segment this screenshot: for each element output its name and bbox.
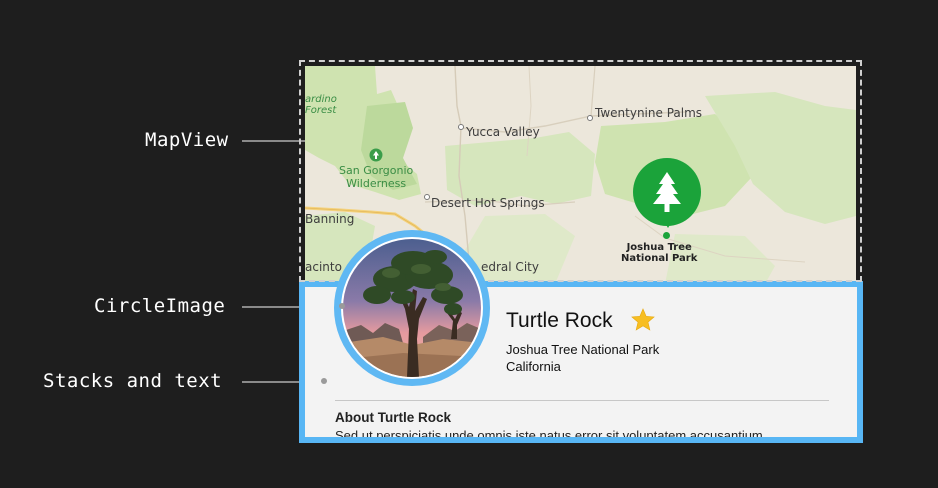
map-pin-label: Joshua Tree National Park [621,242,697,264]
map-pin-label-line2: National Park [621,253,698,264]
map-pin-joshua-tree[interactable] [633,158,701,226]
map-label-forest-line1: ardino [305,94,337,105]
map-label-forest: ardino Forest [305,94,337,116]
divider [335,400,829,401]
park-icon-san-gorgonio [369,148,383,162]
annotation-mapview: MapView [145,129,229,151]
town-marker-yucca-valley [458,124,464,130]
leader-dot-circle-image [339,303,345,309]
annotation-stacks: Stacks and text [43,370,223,392]
map-label-jacinto: acinto [305,260,342,274]
circle-image [334,230,490,386]
map-label-san-gorgonio-line1: San Gorgonio [339,164,414,177]
map-label-san-gorgonio: San Gorgonio Wilderness [339,164,413,190]
about-heading: About Turtle Rock [335,410,451,425]
map-label-yucca-valley: Yucca Valley [466,125,540,139]
tree-icon [653,172,681,212]
landmark-title: Turtle Rock [506,309,613,332]
map-pin-tail [662,218,674,228]
state-name: California [506,359,561,374]
landmark-photo [343,239,481,377]
map-label-twentynine-palms: Twentynine Palms [595,106,703,120]
leader-dot-stacks [321,378,327,384]
park-name: Joshua Tree National Park [506,342,660,357]
map-label-banning: Banning [305,212,355,226]
star-icon[interactable] [630,307,656,333]
map-label-san-gorgonio-line2: Wilderness [346,177,407,190]
town-marker-twentynine-palms [587,115,593,121]
map-label-desert-hot-springs: Desert Hot Springs [431,196,545,210]
map-label-cathedral-city: edral City [481,260,539,274]
map-label-forest-line2: Forest [305,105,337,116]
about-text: Sed ut perspiciatis unde omnis iste natu… [335,428,763,443]
map-pin-label-line1: Joshua Tree [626,242,692,253]
town-marker-desert-hot-springs [424,194,430,200]
annotation-circle-image: CircleImage [94,295,226,317]
map-pin-base [663,232,670,239]
circle-image-inner [341,237,483,379]
